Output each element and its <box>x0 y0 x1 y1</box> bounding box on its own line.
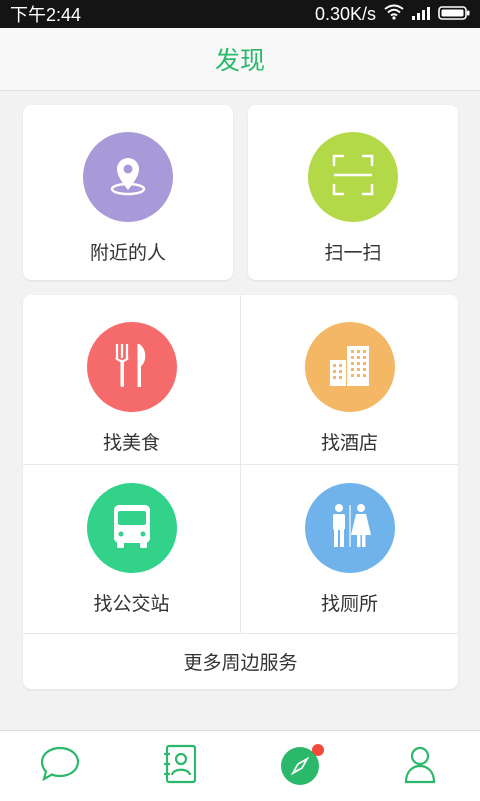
nearby-people-card[interactable]: 附近的人 <box>23 105 233 280</box>
discover-compass-icon <box>280 744 324 786</box>
nearby-people-label: 附近的人 <box>89 242 166 264</box>
battery-icon <box>438 4 470 25</box>
tab-discover[interactable] <box>240 731 360 801</box>
find-bus-label: 找公交站 <box>93 593 170 615</box>
find-food-circle <box>86 322 177 412</box>
find-bus-circle <box>86 483 177 573</box>
service-find-hotel[interactable]: 找酒店 <box>241 322 458 455</box>
service-find-restroom[interactable]: 找厕所 <box>241 483 458 616</box>
bus-icon <box>109 501 155 555</box>
scan-card[interactable]: 扫一扫 <box>248 105 458 280</box>
location-pin-icon <box>101 148 155 206</box>
status-bar: 下午2:44 0.30K/s <box>0 0 480 28</box>
tab-contacts[interactable] <box>120 731 240 801</box>
find-hotel-label: 找酒店 <box>320 432 378 454</box>
chat-icon <box>39 745 81 787</box>
restroom-icon <box>325 501 375 555</box>
scan-circle <box>308 132 398 222</box>
find-hotel-circle <box>304 322 395 412</box>
find-restroom-circle <box>304 483 395 573</box>
more-services-button[interactable]: 更多周边服务 <box>23 633 458 689</box>
notification-badge <box>312 744 324 756</box>
service-find-bus-stop[interactable]: 找公交站 <box>23 483 240 616</box>
scan-label: 扫一扫 <box>324 242 382 264</box>
fork-knife-icon <box>109 340 155 394</box>
find-food-label: 找美食 <box>102 432 160 454</box>
network-speed: 0.30K/s <box>314 3 376 24</box>
contacts-icon <box>161 744 199 788</box>
tab-chat[interactable] <box>0 731 120 801</box>
signal-icon <box>412 4 430 25</box>
header: 发现 <box>0 28 480 91</box>
service-find-food[interactable]: 找美食 <box>23 322 240 455</box>
status-right: 0.30K/s <box>315 4 470 25</box>
wifi-icon <box>384 4 404 25</box>
status-time: 下午2:44 <box>10 5 82 25</box>
tab-profile[interactable] <box>360 731 480 801</box>
tab-bar <box>0 730 480 801</box>
profile-icon <box>403 744 437 788</box>
buildings-icon <box>325 340 375 394</box>
page-title: 发现 <box>214 46 265 75</box>
find-restroom-label: 找厕所 <box>320 593 378 615</box>
nearby-people-circle <box>83 132 173 222</box>
scan-icon <box>328 150 378 204</box>
grid-divider-middle <box>23 464 458 465</box>
scan-tile: 扫一扫 <box>248 132 458 265</box>
services-card: 找美食 找酒店 找公交站 找厕所 更多周边服务 <box>23 295 458 689</box>
nearby-people-tile: 附近的人 <box>23 132 233 265</box>
